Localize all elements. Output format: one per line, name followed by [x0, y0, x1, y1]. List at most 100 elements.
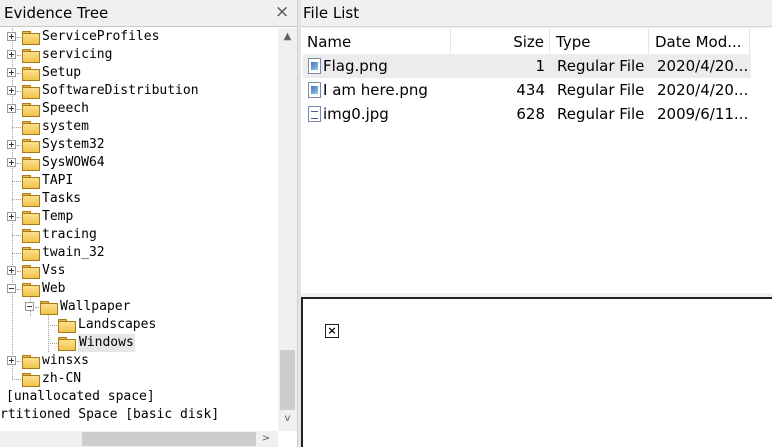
folder-icon	[22, 355, 40, 369]
scroll-right-icon[interactable]: >	[258, 431, 274, 447]
folder-icon	[22, 139, 40, 153]
tree-node[interactable]: winsxs	[0, 352, 278, 370]
evidence-tree-header: Evidence Tree ×	[0, 0, 297, 27]
tree-root-item[interactable]: rtitioned Space [basic disk]	[0, 406, 278, 424]
tree-root-item[interactable]: [unallocated space]	[0, 388, 278, 406]
collapse-icon[interactable]	[25, 302, 34, 311]
tree-node[interactable]: SoftwareDistribution	[0, 82, 278, 100]
tree-node[interactable]: Setup	[0, 64, 278, 82]
tree-guide-line	[35, 307, 39, 308]
tree-node-label: TAPI	[42, 173, 74, 188]
tree-guide-line	[12, 235, 21, 236]
file-date-modified: 2020/4/20...	[657, 81, 749, 99]
folder-icon	[22, 85, 40, 99]
tree-node-label: Temp	[42, 209, 74, 224]
tree-node[interactable]: Vss	[0, 262, 278, 280]
column-header-date-modified[interactable]: Date Mod...	[649, 29, 750, 55]
tree-node[interactable]: twain_32	[0, 244, 278, 262]
close-icon[interactable]: ×	[275, 3, 289, 21]
file-name: img0.jpg	[323, 105, 389, 123]
file-list-panel: File List Name Size Type Date Mod... Fla…	[301, 0, 772, 447]
column-header-size[interactable]: Size	[451, 29, 550, 55]
expand-icon[interactable]	[7, 356, 16, 365]
expand-icon[interactable]	[7, 212, 16, 221]
tree-node-label: SoftwareDistribution	[42, 83, 199, 98]
tree-node[interactable]: ServiceProfiles	[0, 28, 278, 46]
tree-node[interactable]: Speech	[0, 100, 278, 118]
tree-node-label: tracing	[42, 227, 97, 242]
evidence-tree: ServiceProfiles servicing Setup SoftwareDis…	[0, 28, 278, 431]
tree-node-label: Tasks	[42, 191, 82, 206]
tree-node-label: SysWOW64	[42, 155, 105, 170]
tree-node-label: Web	[42, 281, 66, 296]
expand-icon[interactable]	[7, 140, 16, 149]
collapse-icon[interactable]	[7, 284, 16, 293]
tree-horizontal-scrollbar[interactable]: >	[0, 431, 278, 447]
tree-guide-line	[12, 199, 21, 200]
tree-guide-line	[17, 91, 21, 92]
tree-node-label: Windows	[78, 334, 135, 352]
tree-node[interactable]: Wallpaper	[0, 298, 278, 316]
tree-vertical-scrollbar[interactable]: ▲ v	[278, 28, 297, 431]
file-size: 628	[516, 105, 545, 123]
file-size: 1	[535, 57, 545, 75]
tree-node[interactable]: Tasks	[0, 190, 278, 208]
folder-icon	[58, 319, 76, 333]
tree-guide-line	[17, 109, 21, 110]
image-file-icon	[308, 58, 321, 74]
tree-node[interactable]: Landscapes	[0, 316, 278, 334]
tree-node[interactable]: Temp	[0, 208, 278, 226]
tree-node-label: Vss	[42, 263, 66, 278]
file-type: Regular File	[557, 57, 645, 75]
tree-node[interactable]: zh-CN	[0, 370, 278, 388]
tree-node[interactable]: Web	[0, 280, 278, 298]
file-row[interactable]: I am here.png 434 Regular File 2020/4/20…	[303, 78, 751, 102]
column-header-name[interactable]: Name	[301, 29, 451, 55]
tree-node[interactable]: system	[0, 118, 278, 136]
tree-horizontal-scroll-thumb[interactable]	[82, 432, 256, 446]
tree-node[interactable]: tracing	[0, 226, 278, 244]
expand-icon[interactable]	[7, 104, 16, 113]
folder-icon	[22, 31, 40, 45]
file-date-modified: 2020/4/20...	[657, 57, 749, 75]
column-header-type[interactable]: Type	[550, 29, 649, 55]
folder-icon	[22, 103, 40, 117]
tree-vertical-scroll-thumb[interactable]	[280, 350, 295, 410]
image-file-icon	[308, 82, 321, 98]
tree-node[interactable]: Windows	[0, 334, 278, 352]
tree-guide-line	[12, 253, 21, 254]
tree-node-label: zh-CN	[42, 371, 82, 386]
tree-node-label: twain_32	[42, 245, 105, 260]
broken-image-icon: ×	[325, 324, 339, 338]
tree-node-label: [unallocated space]	[6, 389, 155, 404]
folder-icon	[22, 247, 40, 261]
folder-icon	[22, 265, 40, 279]
expand-icon[interactable]	[7, 158, 16, 167]
scroll-down-icon[interactable]: v	[278, 410, 297, 428]
tree-node[interactable]: SysWOW64	[0, 154, 278, 172]
expand-icon[interactable]	[7, 266, 16, 275]
file-date-modified: 2009/6/11...	[657, 105, 749, 123]
file-list-table: Name Size Type Date Mod... Flag.png 1 Re…	[301, 28, 772, 293]
tree-guide-line	[17, 163, 21, 164]
expand-icon[interactable]	[7, 86, 16, 95]
file-row[interactable]: img0.jpg 628 Regular File 2009/6/11...	[303, 102, 751, 126]
tree-node[interactable]: System32	[0, 136, 278, 154]
tree-node[interactable]: TAPI	[0, 172, 278, 190]
tree-node-label: rtitioned Space [basic disk]	[0, 407, 220, 422]
tree-guide-line	[17, 37, 21, 38]
file-row[interactable]: Flag.png 1 Regular File 2020/4/20...	[303, 54, 751, 78]
expand-icon[interactable]	[7, 68, 16, 77]
expand-icon[interactable]	[7, 32, 16, 41]
tree-guide-line	[17, 289, 21, 290]
tree-node-label: System32	[42, 137, 105, 152]
tree-node-label: Speech	[42, 101, 89, 116]
tree-guide-line	[17, 361, 21, 362]
file-type: Regular File	[557, 105, 645, 123]
tree-node-label: ServiceProfiles	[42, 29, 160, 44]
scroll-up-icon[interactable]: ▲	[278, 28, 297, 45]
evidence-tree-panel: Evidence Tree × ServiceProfiles servicing…	[0, 0, 297, 447]
tree-node-label: servicing	[42, 47, 113, 62]
tree-node[interactable]: servicing	[0, 46, 278, 64]
expand-icon[interactable]	[7, 50, 16, 59]
